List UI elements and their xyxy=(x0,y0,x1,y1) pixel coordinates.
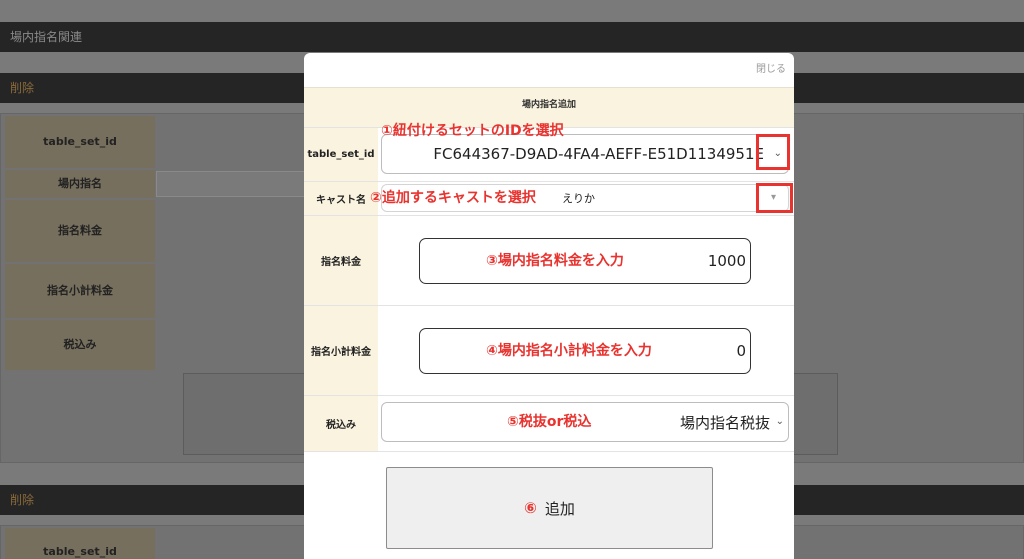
cast-name-value: えりか xyxy=(562,192,595,205)
annotation-6: ⑥ xyxy=(524,499,537,517)
annotation-2: ②追加するキャストを選択 xyxy=(370,190,536,206)
chevron-down-icon: ⌄ xyxy=(775,416,784,427)
section-title: 場内指名関連 xyxy=(10,30,83,44)
bg-input[interactable] xyxy=(156,171,306,197)
table-set-id-row: table_set_id FC644367-D9AD-4FA4-AEFF-E51… xyxy=(304,123,794,181)
bg-row-label: 指名小計料金 xyxy=(5,264,155,318)
bg-row-label: table_set_id xyxy=(5,116,155,168)
bg-add-button-edge xyxy=(794,373,838,455)
bg-row-label: 税込み xyxy=(5,320,155,370)
subtotal-value: 0 xyxy=(736,342,746,360)
add-nomination-modal: 閉じる 場内指名追加 table_set_id FC644367-D9AD-4F… xyxy=(304,53,794,559)
add-button[interactable]: ⑥ 追加 xyxy=(386,467,713,549)
bg-row-label: 場内指名 xyxy=(5,170,155,198)
fee-value: 1000 xyxy=(707,252,746,270)
cast-name-label: キャスト名 xyxy=(304,182,378,215)
tax-label: 税込み xyxy=(304,396,378,451)
divider xyxy=(304,451,794,453)
annotation-4: ④場内指名小計料金を入力 xyxy=(486,343,652,359)
section-header-bar: 場内指名関連 xyxy=(0,22,1024,52)
cast-name-row: キャスト名 えりか ▾ ②追加するキャストを選択 xyxy=(304,181,794,215)
tax-row: 税込み 場内指名税抜 ⌄ ⑤税抜or税込 xyxy=(304,395,794,451)
tax-value: 場内指名税抜 xyxy=(679,413,770,432)
subtotal-label: 指名小計料金 xyxy=(304,306,378,395)
delete-label: 削除 xyxy=(10,81,35,95)
highlight-box-2 xyxy=(756,183,793,213)
annotation-5: ⑤税抜or税込 xyxy=(507,414,592,430)
bg-add-button[interactable] xyxy=(183,373,305,455)
close-button[interactable]: 閉じる xyxy=(756,60,786,75)
table-set-id-label: table_set_id xyxy=(304,128,378,181)
delete-label-2: 削除 xyxy=(10,493,35,507)
annotation-1: ①紐付けるセットのIDを選択 xyxy=(381,123,564,139)
bg-row-label: 指名料金 xyxy=(5,200,155,262)
fee-row: 指名料金 1000 ③場内指名料金を入力 xyxy=(304,215,794,305)
fee-label: 指名料金 xyxy=(304,216,378,305)
highlight-box-1 xyxy=(756,134,790,170)
add-button-label: 追加 xyxy=(544,499,575,518)
bg-row-label: table_set_id xyxy=(5,528,155,559)
table-set-id-value: FC644367-D9AD-4FA4-AEFF-E51D1134951E xyxy=(433,145,764,163)
table-set-id-select[interactable]: FC644367-D9AD-4FA4-AEFF-E51D1134951E ⌄ xyxy=(381,134,789,174)
annotation-3: ③場内指名料金を入力 xyxy=(486,253,624,269)
subtotal-row: 指名小計料金 0 ④場内指名小計料金を入力 xyxy=(304,305,794,395)
